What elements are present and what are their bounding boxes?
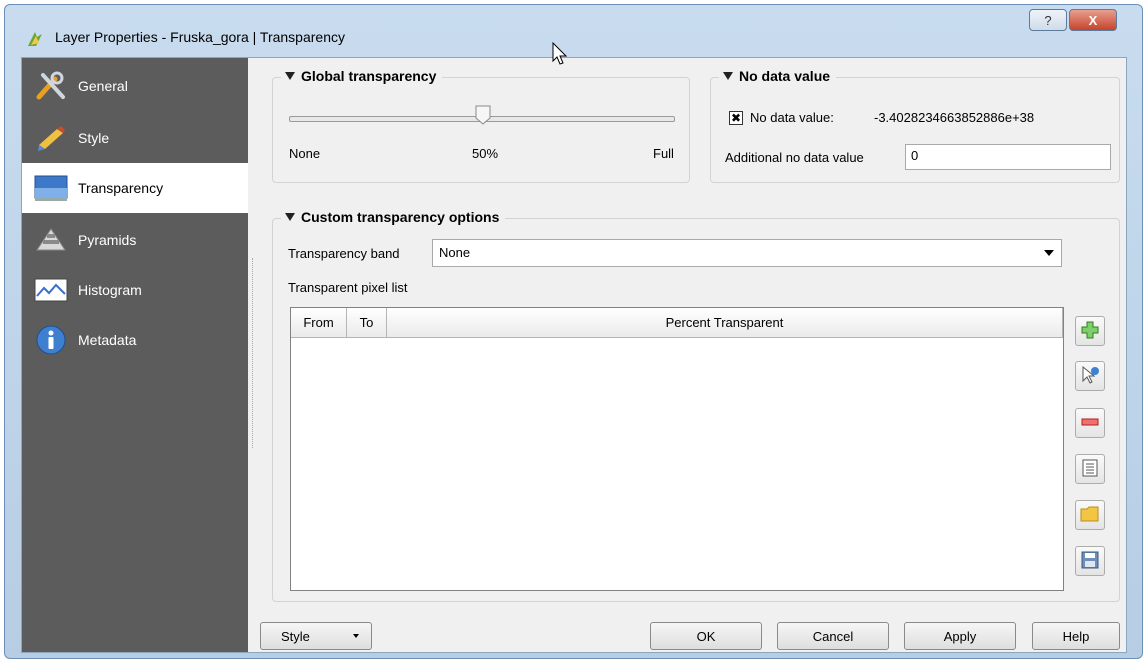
transparency-band-dropdown[interactable]: None (432, 239, 1062, 267)
remove-value-button[interactable] (1075, 408, 1105, 438)
collapse-triangle-icon (285, 72, 295, 80)
additional-no-data-input[interactable]: 0 (905, 144, 1111, 170)
list-icon (1081, 459, 1099, 480)
sidebar-item-pyramids[interactable]: Pyramids (22, 215, 248, 265)
no-data-header[interactable]: No data value (719, 68, 837, 84)
custom-transparency-header[interactable]: Custom transparency options (281, 209, 506, 225)
sidebar-item-label: General (78, 78, 128, 94)
default-values-button[interactable] (1075, 454, 1105, 484)
transparency-band-value: None (439, 245, 471, 260)
add-from-display-button[interactable] (1075, 361, 1105, 391)
additional-no-data-label: Additional no data value (725, 150, 864, 165)
global-transparency-header[interactable]: Global transparency (281, 68, 443, 84)
sidebar-item-label: Transparency (78, 180, 164, 196)
collapse-triangle-icon (285, 213, 295, 221)
sidebar-item-histogram[interactable]: Histogram (22, 265, 248, 315)
save-icon (1081, 551, 1099, 572)
transparency-band-label: Transparency band (288, 246, 400, 261)
transparent-pixel-table[interactable]: From To Percent Transparent (290, 307, 1064, 591)
window-title: Layer Properties - Fruska_gora | Transpa… (55, 29, 345, 45)
close-window-button[interactable]: X (1069, 9, 1117, 31)
no-data-checkbox-label: No data value: (750, 110, 834, 125)
minus-icon (1081, 413, 1099, 434)
import-from-file-button[interactable] (1075, 500, 1105, 530)
export-to-file-button[interactable] (1075, 546, 1105, 576)
no-data-value-text: -3.4028234663852886e+38 (874, 110, 1035, 125)
folder-icon (1080, 505, 1100, 526)
column-header-to[interactable]: To (347, 308, 387, 338)
slider-max-label: Full (653, 146, 674, 161)
sidebar-item-label: Metadata (78, 332, 137, 348)
sidebar-item-label: Histogram (78, 282, 142, 298)
histogram-icon (34, 275, 68, 305)
style-menu-button[interactable]: Style (260, 622, 372, 650)
slider-min-label: None (289, 146, 321, 161)
slider-handle-icon[interactable] (475, 105, 491, 125)
dialog-client-area: General Style Transparency Pyramids Hist… (21, 57, 1127, 653)
global-transparency-group: Global transparency None 50% Full (272, 68, 690, 183)
pyramids-icon (34, 225, 68, 255)
chevron-down-icon (353, 634, 359, 638)
help-title-button[interactable]: ? (1029, 9, 1067, 31)
column-header-from[interactable]: From (291, 308, 347, 338)
layer-properties-window: Layer Properties - Fruska_gora | Transpa… (4, 4, 1143, 659)
info-icon (34, 325, 68, 355)
cancel-button[interactable]: Cancel (777, 622, 889, 650)
pointer-icon (1080, 365, 1100, 388)
column-header-percent-transparent[interactable]: Percent Transparent (387, 308, 1063, 338)
sidebar-item-style[interactable]: Style (22, 113, 248, 163)
sidebar-item-label: Style (78, 130, 110, 146)
plus-icon (1081, 321, 1099, 342)
group-title: Custom transparency options (301, 209, 500, 225)
group-title: Global transparency (301, 68, 437, 84)
transparent-pixel-list-label: Transparent pixel list (288, 280, 408, 295)
sidebar: General Style Transparency Pyramids Hist… (22, 58, 248, 652)
no-data-checkbox[interactable]: ✖ (729, 111, 743, 125)
add-value-button[interactable] (1075, 316, 1105, 346)
slider-value-label: 50% (472, 146, 499, 161)
chevron-down-icon (1044, 250, 1054, 256)
paintbrush-icon (34, 123, 68, 153)
tools-icon (34, 71, 68, 101)
sidebar-item-general[interactable]: General (22, 61, 248, 111)
sidebar-item-transparency[interactable]: Transparency (22, 163, 248, 213)
group-title: No data value (739, 68, 831, 84)
sidebar-item-metadata[interactable]: Metadata (22, 315, 248, 365)
title-bar[interactable]: Layer Properties - Fruska_gora | Transpa… (5, 5, 1142, 57)
style-button-label: Style (281, 628, 310, 644)
no-data-group: No data value ✖ No data value: -3.402823… (710, 68, 1120, 183)
transparency-icon (34, 173, 68, 203)
apply-button[interactable]: Apply (904, 622, 1016, 650)
mouse-cursor-icon (552, 42, 568, 65)
ok-button[interactable]: OK (650, 622, 762, 650)
collapse-triangle-icon (723, 72, 733, 80)
splitter-handle[interactable] (252, 258, 255, 448)
sidebar-item-label: Pyramids (78, 232, 137, 248)
help-button[interactable]: Help (1032, 622, 1120, 650)
qgis-logo-icon (25, 29, 45, 49)
